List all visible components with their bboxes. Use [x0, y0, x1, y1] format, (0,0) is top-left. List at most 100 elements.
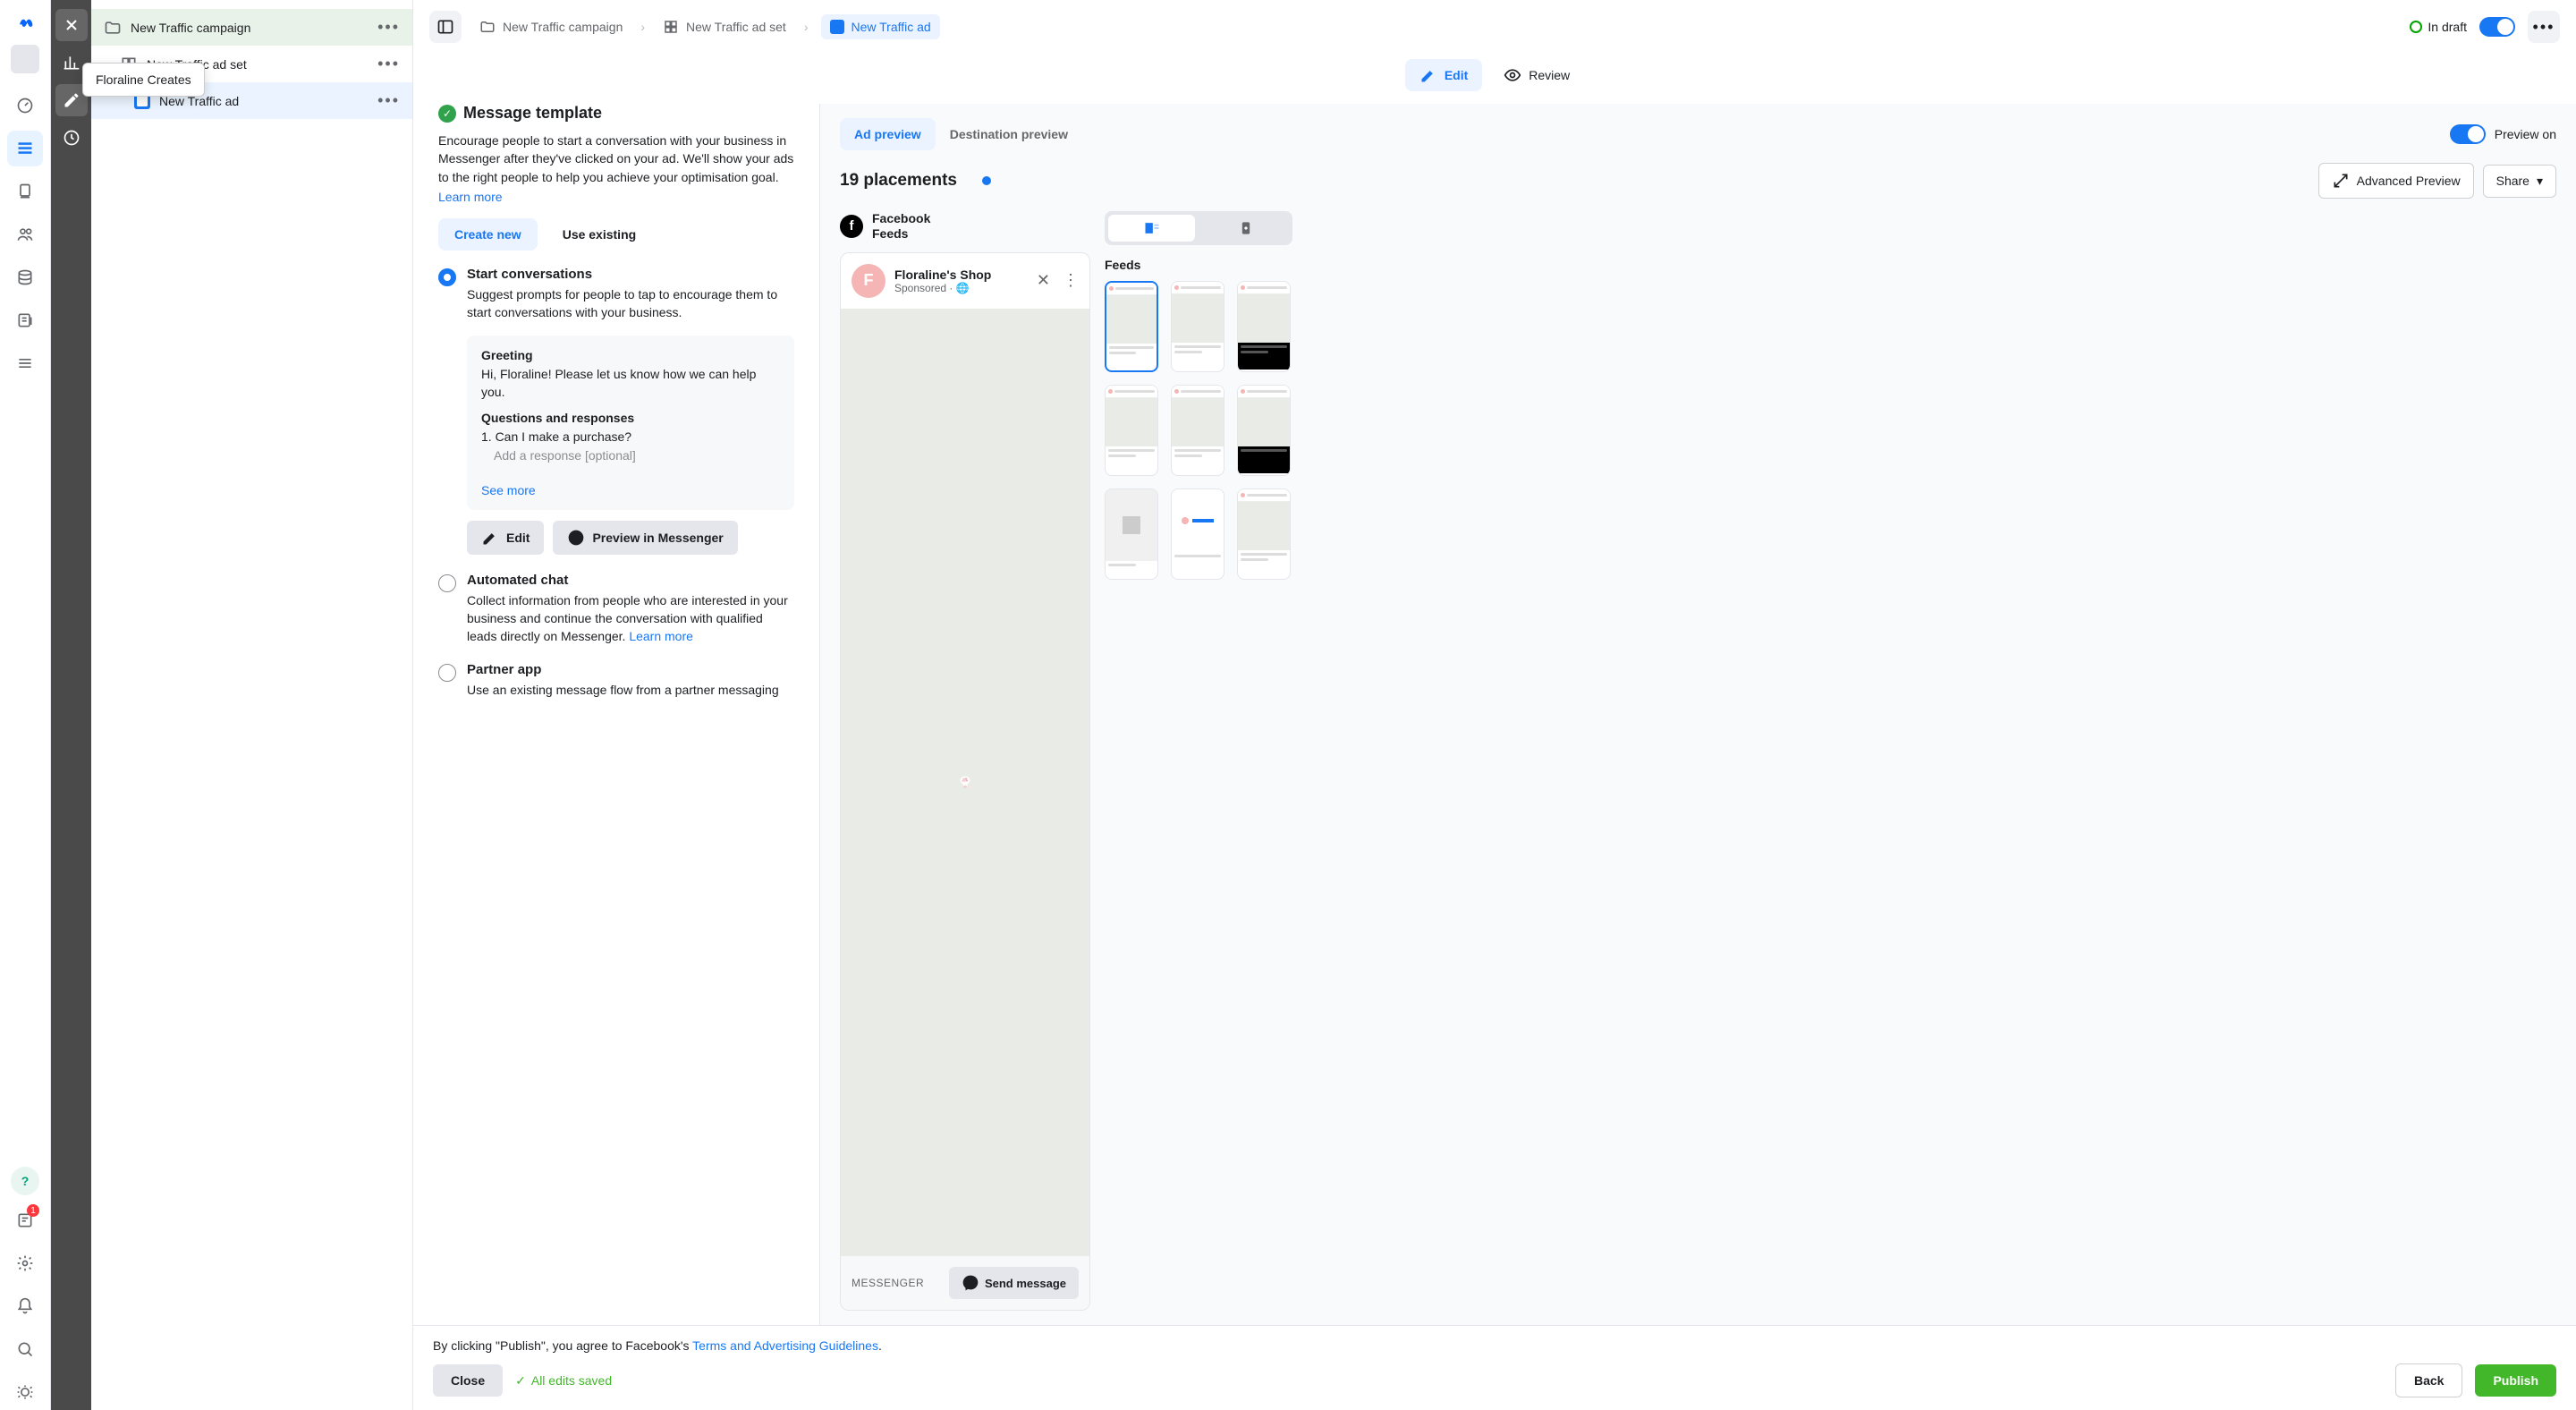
- placement-thumb[interactable]: [1105, 488, 1158, 580]
- placement-thumb[interactable]: [1105, 385, 1158, 476]
- placement-thumb[interactable]: [1171, 385, 1224, 476]
- global-nav-rail: ?: [0, 0, 51, 1410]
- publish-button[interactable]: Publish: [2475, 1364, 2556, 1397]
- use-existing-tab[interactable]: Use existing: [547, 218, 652, 251]
- section-title: Message template: [463, 104, 602, 123]
- advertiser-avatar: F: [852, 264, 886, 298]
- account-avatar[interactable]: [11, 45, 39, 73]
- terms-link[interactable]: Terms and Advertising Guidelines: [692, 1338, 878, 1353]
- tab-ad-preview[interactable]: Ad preview: [840, 118, 936, 150]
- tab-review[interactable]: Review: [1489, 59, 1584, 91]
- see-more-link[interactable]: See more: [481, 483, 536, 497]
- option-partner-app[interactable]: Partner app Use an existing message flow…: [438, 662, 794, 702]
- more-icon[interactable]: ⋮: [1063, 271, 1079, 290]
- nav-billing-icon[interactable]: [7, 259, 43, 295]
- account-tooltip: Floraline Creates: [82, 63, 205, 97]
- edit-review-tabs: Edit Review: [413, 54, 2576, 104]
- preview-on-label: Preview on: [2495, 127, 2556, 141]
- nav-copy-icon[interactable]: [7, 174, 43, 209]
- template-preview-card: Greeting Hi, Floraline! Please let us kn…: [467, 336, 794, 509]
- tree-row-more-icon[interactable]: •••: [377, 55, 400, 73]
- radio-selected[interactable]: [438, 268, 456, 286]
- nav-gauge-icon[interactable]: [7, 88, 43, 123]
- ad-preview-card: F Floraline's Shop Sponsored · 🌐 ✕ ⋮: [840, 252, 1090, 1311]
- status-dot-icon: [2410, 21, 2422, 33]
- option-start-conversations[interactable]: Start conversations Suggest prompts for …: [438, 267, 794, 326]
- campaign-tree: Floraline Creates New Traffic campaign •…: [91, 0, 413, 1410]
- close-button[interactable]: Close: [433, 1364, 503, 1397]
- folder-icon: [104, 19, 122, 37]
- chevron-right-icon: ›: [640, 20, 645, 34]
- edit-template-button[interactable]: Edit: [467, 521, 544, 555]
- share-button[interactable]: Share ▾: [2483, 165, 2556, 198]
- nav-reports-icon[interactable]: [7, 302, 43, 338]
- learn-more-link[interactable]: Learn more: [438, 190, 503, 204]
- tree-row-more-icon[interactable]: •••: [377, 91, 400, 110]
- breadcrumb-campaign[interactable]: New Traffic campaign: [474, 15, 628, 38]
- format-feed-button[interactable]: [1108, 215, 1195, 242]
- sidebar-toggle-button[interactable]: [429, 11, 462, 43]
- nav-bug-icon[interactable]: [7, 1374, 43, 1410]
- tree-campaign-label: New Traffic campaign: [131, 21, 250, 35]
- meta-logo[interactable]: [12, 11, 38, 38]
- feeds-heading: Feeds: [1105, 258, 2556, 272]
- chevron-right-icon: ›: [804, 20, 809, 34]
- footer-terms-text: By clicking "Publish", you agree to Face…: [433, 1338, 2556, 1353]
- placement-thumb[interactable]: [1237, 281, 1291, 372]
- placements-count: 19 placements: [840, 171, 957, 191]
- send-message-button[interactable]: Send message: [949, 1267, 1079, 1299]
- placement-thumb[interactable]: [1237, 488, 1291, 580]
- indicator-dot: [982, 176, 991, 185]
- nav-menu-icon[interactable]: [7, 345, 43, 381]
- editor-mini-rail: [51, 0, 91, 1410]
- placement-thumbnails: [1105, 281, 2556, 580]
- help-button[interactable]: ?: [11, 1167, 39, 1195]
- format-story-button[interactable]: [1202, 215, 1289, 242]
- nav-grid-icon[interactable]: [7, 131, 43, 166]
- ad-active-toggle[interactable]: [2479, 17, 2515, 37]
- nav-news-icon[interactable]: [7, 1202, 43, 1238]
- facebook-icon: f: [840, 215, 863, 238]
- tab-edit[interactable]: Edit: [1405, 59, 1482, 91]
- clock-icon[interactable]: [55, 122, 88, 154]
- tab-destination-preview[interactable]: Destination preview: [936, 118, 1082, 150]
- top-bar: New Traffic campaign › New Traffic ad se…: [413, 0, 2576, 54]
- placement-thumb[interactable]: [1105, 281, 1158, 372]
- draft-status: In draft: [2410, 20, 2467, 34]
- close-editor-button[interactable]: [55, 9, 88, 41]
- preview-messenger-button[interactable]: Preview in Messenger: [553, 521, 737, 555]
- placement-thumb[interactable]: [1237, 385, 1291, 476]
- check-icon: ✓: [515, 1373, 526, 1389]
- breadcrumb-adset[interactable]: New Traffic ad set: [657, 15, 792, 38]
- back-button[interactable]: Back: [2395, 1363, 2462, 1397]
- tree-row-more-icon[interactable]: •••: [377, 18, 400, 37]
- nav-notifications-icon[interactable]: [7, 1288, 43, 1324]
- preview-format-switcher: [1105, 211, 1292, 245]
- advanced-preview-button[interactable]: Advanced Preview: [2318, 163, 2474, 199]
- create-new-tab[interactable]: Create new: [438, 218, 538, 251]
- placement-thumb[interactable]: [1171, 281, 1224, 372]
- nav-settings-icon[interactable]: [7, 1245, 43, 1281]
- check-icon: ✓: [438, 105, 456, 123]
- ad-creative-image: [841, 309, 1089, 1256]
- ad-icon: [830, 20, 844, 34]
- preview-on-toggle[interactable]: [2450, 124, 2486, 144]
- chevron-down-icon: ▾: [2537, 174, 2543, 189]
- main-panel: New Traffic campaign › New Traffic ad se…: [413, 0, 2576, 1410]
- option-automated-chat[interactable]: Automated chat Collect information from …: [438, 573, 794, 650]
- breadcrumb-ad[interactable]: New Traffic ad: [821, 14, 940, 39]
- more-actions-button[interactable]: •••: [2528, 11, 2560, 43]
- learn-more-link[interactable]: Learn more: [629, 629, 693, 643]
- close-icon[interactable]: ✕: [1037, 271, 1050, 290]
- placement-thumb[interactable]: [1171, 488, 1224, 580]
- section-description: Encourage people to start a conversation…: [438, 132, 794, 186]
- preview-panel: Ad preview Destination preview Preview o…: [820, 104, 2576, 1325]
- radio-unselected[interactable]: [438, 664, 456, 682]
- tree-campaign-row[interactable]: New Traffic campaign •••: [91, 9, 412, 46]
- saved-indicator: ✓ All edits saved: [515, 1373, 612, 1389]
- radio-unselected[interactable]: [438, 574, 456, 592]
- message-template-panel: ✓ Message template Encourage people to s…: [413, 104, 820, 1325]
- footer-bar: By clicking "Publish", you agree to Face…: [413, 1325, 2576, 1410]
- nav-search-icon[interactable]: [7, 1331, 43, 1367]
- nav-audience-icon[interactable]: [7, 217, 43, 252]
